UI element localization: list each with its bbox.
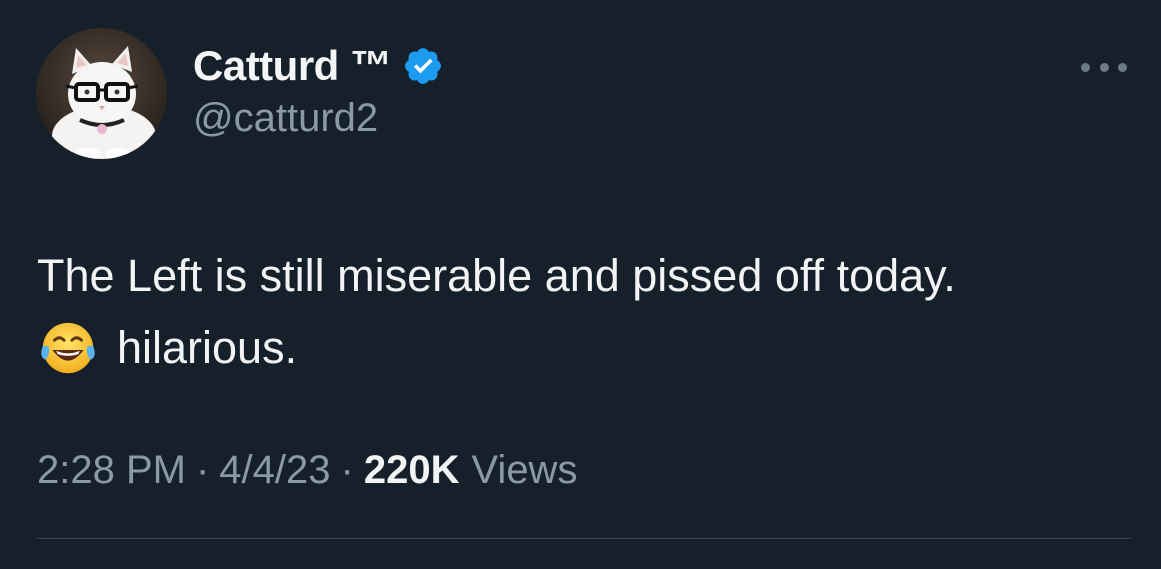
author-handle[interactable]: @catturd2 [193, 96, 378, 141]
author-name-row[interactable]: Catturd ™ [193, 40, 444, 92]
tweet-date[interactable]: 4/4/23 [219, 448, 330, 493]
avatar[interactable] [36, 28, 167, 159]
more-horizontal-icon[interactable] [1081, 56, 1127, 78]
face-with-tears-of-joy-icon [37, 317, 99, 379]
verified-badge-icon [402, 45, 444, 87]
more-dot [1118, 62, 1127, 72]
avatar-image [36, 28, 167, 159]
more-dot [1081, 62, 1090, 72]
views-count: 220K [363, 448, 460, 492]
tweet-text-line: The Left is still miserable and pissed o… [37, 250, 956, 301]
tweet-meta: 2:28 PM · 4/4/23 · 220K Views [37, 448, 577, 493]
tweet-text-line2: hilarious. [117, 322, 298, 373]
display-name[interactable]: Catturd ™ [193, 42, 392, 90]
meta-separator: · [340, 448, 354, 492]
views-label: Views [471, 448, 578, 492]
tweet-card: Catturd ™ @catturd2 The Left is still mi… [0, 0, 1161, 569]
tweet-text-line: hilarious. [37, 312, 1137, 384]
meta-separator: · [195, 448, 210, 492]
tweet-time[interactable]: 2:28 PM [37, 448, 186, 493]
more-dot [1099, 62, 1109, 72]
tweet-text: The Left is still miserable and pissed o… [37, 240, 1137, 384]
divider [37, 538, 1131, 539]
